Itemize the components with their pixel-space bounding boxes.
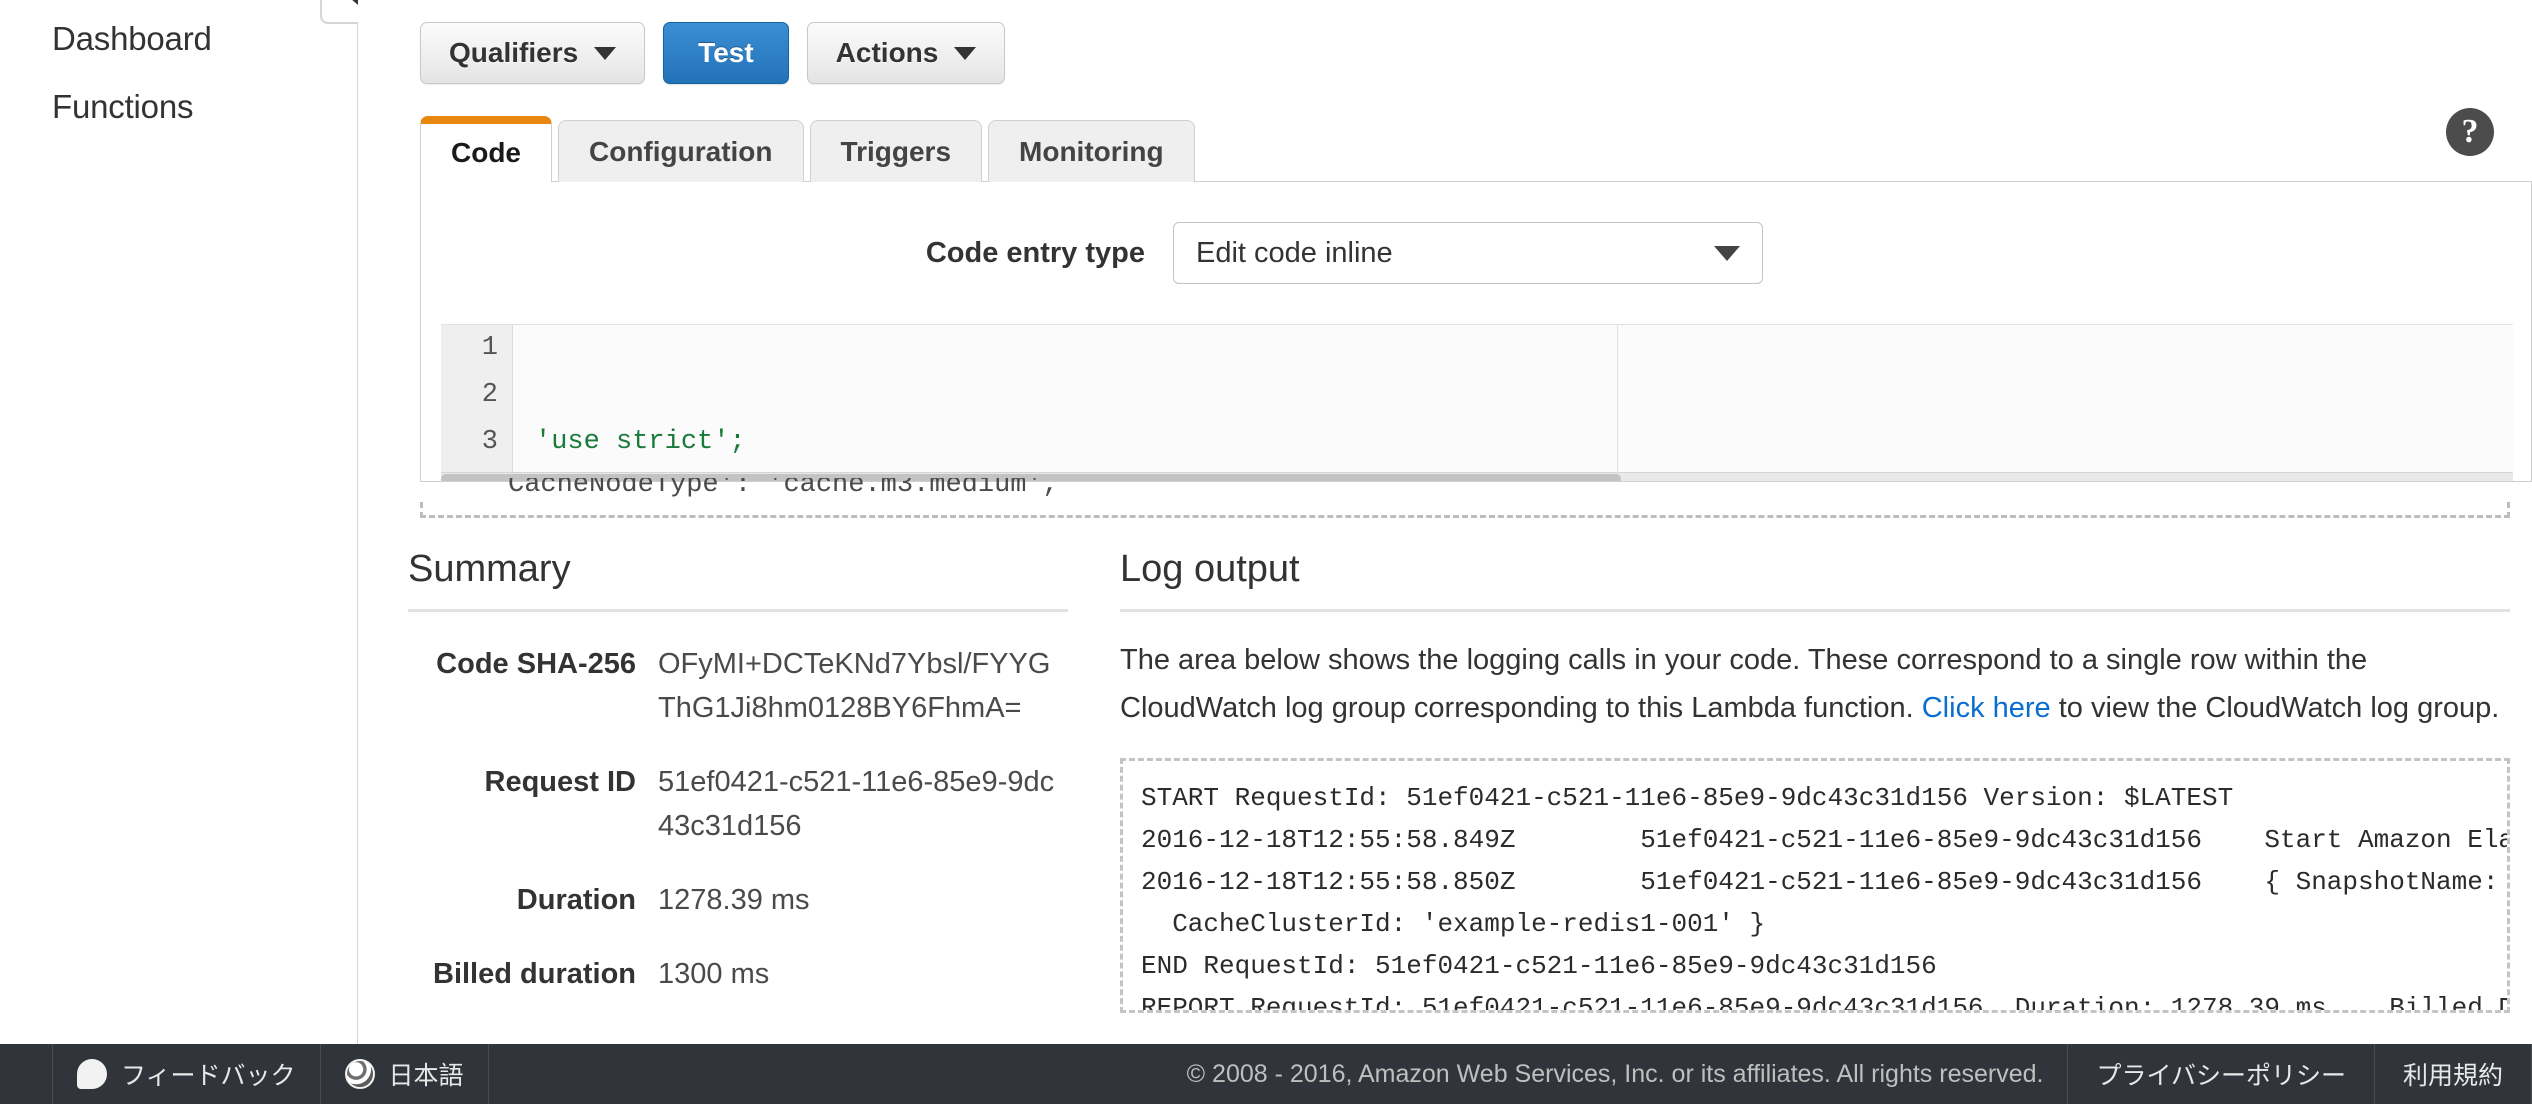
code-entry-type-select[interactable]: Edit code inline xyxy=(1173,222,1763,284)
log-line: 2016-12-18T12:55:58.850Z 51ef0421-c521-1… xyxy=(1141,867,2499,897)
clipped-fragment-text: CacheNodeType': 'cache.m3.medium', xyxy=(508,478,1059,500)
tab-triggers[interactable]: Triggers xyxy=(809,120,983,182)
tab-label: Triggers xyxy=(840,135,952,167)
qualifiers-label: Qualifiers xyxy=(449,37,579,68)
sidebar-item-dashboard[interactable]: Dashboard xyxy=(0,0,358,58)
globe-icon xyxy=(344,1059,375,1089)
log-output-box[interactable]: START RequestId: 51ef0421-c521-11e6-85e9… xyxy=(1120,758,2510,1013)
tab-label: Monitoring xyxy=(1019,135,1164,167)
log-line: REPORT RequestId: 51ef0421-c521-11e6-85e… xyxy=(1141,993,2510,1013)
line-number: 2 xyxy=(481,380,498,410)
feedback-button[interactable]: フィードバック xyxy=(52,1044,321,1104)
log-output-description: The area below shows the logging calls i… xyxy=(1120,636,2510,732)
log-output-section: Log output The area below shows the logg… xyxy=(1120,548,2510,1013)
log-line: 2016-12-18T12:55:58.849Z 51ef0421-c521-1… xyxy=(1141,825,2507,855)
line-number: 1 xyxy=(481,333,498,363)
tab-configuration[interactable]: Configuration xyxy=(558,120,804,182)
sidebar-item-functions[interactable]: Functions xyxy=(0,58,358,126)
summary-row-value: OFyMI+DCTeKNd7Ybsl/FYYGThG1Ji8hm0128BY6F… xyxy=(658,648,1051,724)
summary-row-label: Request ID xyxy=(484,766,636,798)
log-desc-part2: to view the CloudWatch log group. xyxy=(2050,692,2500,724)
summary-row-value: 1300 ms xyxy=(658,958,770,990)
code-entry-type-value: Edit code inline xyxy=(1196,236,1393,269)
summary-row-label: Code SHA-256 xyxy=(436,648,636,680)
code-editor[interactable]: 1 2 3 4 'use strict'; // http://docs.aws… xyxy=(441,324,2513,481)
summary-section: Summary Code SHA-256 OFyMI+DCTeKNd7Ybsl/… xyxy=(408,548,1068,1026)
cloudwatch-log-group-link[interactable]: Click here xyxy=(1922,692,2051,724)
summary-row-value: 51ef0421-c521-11e6-85e9-9dc43c31d156 xyxy=(658,766,1055,842)
editor-gutter: 1 2 3 4 xyxy=(441,325,513,481)
summary-row-label: Duration xyxy=(516,884,636,916)
chevron-down-icon xyxy=(954,46,977,60)
language-button[interactable]: 日本語 xyxy=(321,1044,489,1104)
speech-bubble-icon xyxy=(77,1059,107,1089)
page-footer: フィードバック 日本語 © 2008 - 2016, Amazon Web Se… xyxy=(0,1044,2532,1104)
copyright-text: © 2008 - 2016, Amazon Web Services, Inc.… xyxy=(1163,1044,2069,1104)
sidebar-item-label: Functions xyxy=(52,88,194,125)
editor-code-lines: 'use strict'; // http://docs.aws.amazon.… xyxy=(513,325,2513,481)
summary-row: Billed duration 1300 ms xyxy=(408,952,1068,996)
help-glyph: ? xyxy=(2461,113,2479,150)
sidebar-item-label: Dashboard xyxy=(52,20,212,57)
log-line: START RequestId: 51ef0421-c521-11e6-85e9… xyxy=(1141,783,2234,813)
chevron-down-icon xyxy=(594,46,617,60)
lambda-console-page: Dashboard Functions Qualifiers Test Acti… xyxy=(0,0,2532,1104)
test-button[interactable]: Test xyxy=(663,22,789,84)
footer-spacer xyxy=(489,1044,1163,1104)
terms-of-use-link[interactable]: 利用規約 xyxy=(2375,1044,2532,1104)
log-line: END RequestId: 51ef0421-c521-11e6-85e9-9… xyxy=(1141,951,1937,981)
panel-tabs: Code Configuration Triggers Monitoring xyxy=(420,116,1195,182)
code-line-text: 'use strict'; xyxy=(535,427,746,457)
code-panel: Code entry type Edit code inline 1 2 3 4… xyxy=(420,182,2532,482)
log-line: CacheClusterId: 'example-redis1-001' } xyxy=(1141,909,1766,939)
feedback-label: フィードバック xyxy=(121,1062,296,1090)
code-entry-type-row: Code entry type Edit code inline xyxy=(421,222,2531,284)
chevron-down-icon xyxy=(1714,245,1740,261)
privacy-policy-link[interactable]: プライバシーポリシー xyxy=(2068,1044,2375,1104)
summary-title: Summary xyxy=(408,548,571,590)
left-navigation: Dashboard Functions xyxy=(0,0,358,1044)
summary-rows: Code SHA-256 OFyMI+DCTeKNd7Ybsl/FYYGThG1… xyxy=(408,642,1068,996)
summary-divider xyxy=(408,609,1068,612)
clipped-code-fragment: CacheNodeType': 'cache.m3.medium', xyxy=(420,478,2510,522)
language-label: 日本語 xyxy=(388,1062,464,1090)
summary-row-value: 1278.39 ms xyxy=(658,884,810,916)
line-number: 3 xyxy=(481,427,498,457)
dashed-edge-right xyxy=(2507,502,2510,518)
log-output-title: Log output xyxy=(1120,548,1300,590)
code-entry-type-label: Code entry type xyxy=(925,236,1145,269)
summary-row: Code SHA-256 OFyMI+DCTeKNd7Ybsl/FYYGThG1… xyxy=(408,642,1068,730)
summary-row: Duration 1278.39 ms xyxy=(408,878,1068,922)
function-toolbar: Qualifiers Test Actions xyxy=(420,22,1006,84)
summary-row-label: Billed duration xyxy=(433,958,636,990)
log-output-divider xyxy=(1120,609,2510,612)
code-line: 'use strict'; xyxy=(535,419,2513,466)
summary-row: Request ID 51ef0421-c521-11e6-85e9-9dc43… xyxy=(408,760,1068,848)
tab-monitoring[interactable]: Monitoring xyxy=(988,120,1195,182)
tab-label: Configuration xyxy=(589,135,773,167)
help-icon[interactable]: ? xyxy=(2446,108,2494,156)
tab-label: Code xyxy=(451,137,521,168)
qualifiers-button[interactable]: Qualifiers xyxy=(420,22,646,84)
actions-button[interactable]: Actions xyxy=(806,22,1006,84)
tab-code[interactable]: Code xyxy=(420,116,552,182)
test-label: Test xyxy=(698,37,754,68)
dashed-rule xyxy=(420,515,2510,518)
actions-label: Actions xyxy=(835,37,939,68)
dashed-edge-left xyxy=(420,502,423,518)
